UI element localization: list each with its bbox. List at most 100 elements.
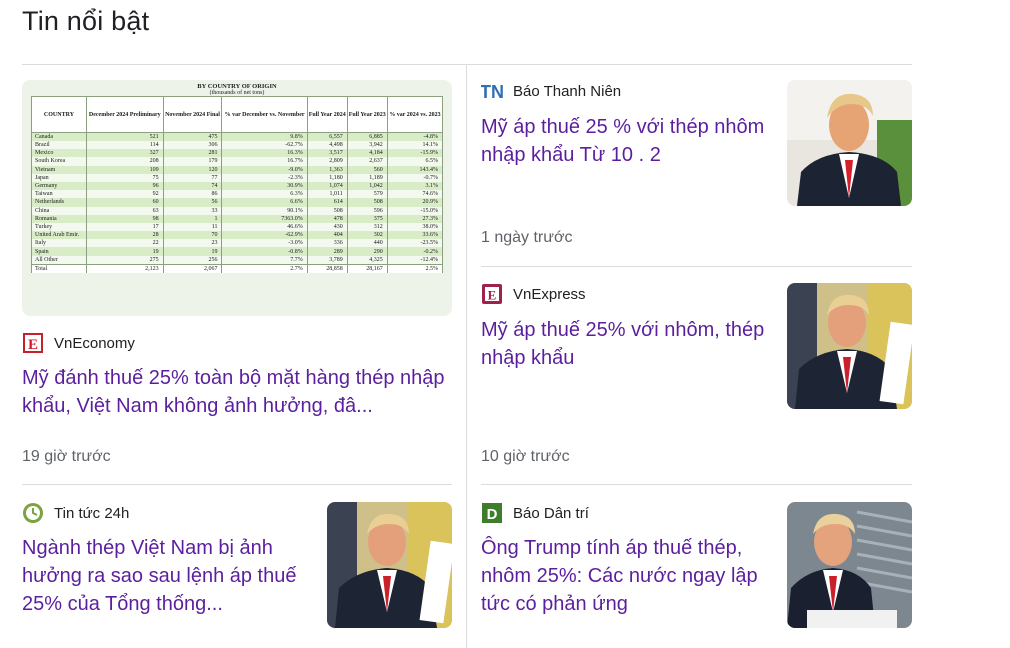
table-cell: 312 bbox=[346, 222, 388, 232]
headline-link[interactable]: Ngành thép Việt Nam bị ảnh hưởng ra sao … bbox=[22, 534, 312, 618]
timestamp: 10 giờ trước bbox=[481, 448, 570, 465]
table-cell: 440 bbox=[346, 239, 388, 248]
source-name: VnEconomy bbox=[54, 334, 135, 352]
table-cell: 9.8% bbox=[221, 132, 308, 141]
table-cell: -62.9% bbox=[221, 231, 308, 240]
table-cell: 109 bbox=[85, 165, 164, 174]
table-cell: 30.9% bbox=[221, 181, 308, 191]
table-cell: Mexico bbox=[31, 149, 87, 158]
svg-text:E: E bbox=[28, 337, 38, 353]
trump-steel-image[interactable] bbox=[787, 502, 912, 628]
table-cell: 6,885 bbox=[346, 132, 388, 141]
table-cell: 1,011 bbox=[306, 190, 348, 199]
table-cell: 2,809 bbox=[306, 157, 348, 166]
source-vneconomy: E VnEconomy bbox=[22, 332, 135, 354]
table-cell: 46.6% bbox=[221, 222, 308, 232]
table-cell: 7.7% bbox=[221, 255, 308, 265]
headline-link[interactable]: Ông Trump tính áp thuế thép, nhôm 25%: C… bbox=[481, 534, 771, 618]
headline-link[interactable]: Mỹ áp thuế 25% với nhôm, thép nhập khẩu bbox=[481, 316, 771, 372]
table-cell: 19 bbox=[85, 247, 164, 256]
table-cell: 3,942 bbox=[346, 141, 388, 150]
table-header-cell: COUNTRY bbox=[31, 96, 87, 133]
table-cell: 74.6% bbox=[386, 190, 444, 199]
vnexpress-logo-icon: E bbox=[481, 283, 503, 305]
trump-signing-image[interactable] bbox=[327, 502, 452, 628]
table-cell: 77 bbox=[162, 173, 223, 182]
table-cell: 404 bbox=[306, 231, 348, 240]
table-cell: 508 bbox=[346, 198, 388, 207]
table-cell: Romania bbox=[31, 214, 87, 223]
table-cell: 521 bbox=[85, 132, 164, 141]
timestamp: 19 giờ trước bbox=[22, 448, 111, 465]
source-name: Báo Dân trí bbox=[513, 504, 589, 522]
headline-link[interactable]: Mỹ đánh thuế 25% toàn bộ mặt hàng thép n… bbox=[22, 364, 452, 420]
table-cell: 63 bbox=[85, 206, 164, 215]
table-cell: All Other bbox=[31, 255, 87, 265]
table-row: Total 2,123 2,067 2.7% 28,858 28,167 2.5% bbox=[31, 263, 444, 273]
source-24h: Tin tức 24h bbox=[22, 502, 129, 524]
svg-text:TN: TN bbox=[481, 82, 503, 102]
table-cell: 86 bbox=[162, 190, 223, 199]
trump-signing-image[interactable] bbox=[787, 283, 912, 409]
table-row: Canada 521 475 9.8% 6,557 6,885 -4.8% bbox=[31, 132, 444, 141]
table-header-cell: Full Year 2024 bbox=[306, 96, 348, 133]
right-row-divider-1 bbox=[481, 266, 912, 267]
table-cell: 11 bbox=[162, 222, 223, 232]
table-cell: -0.8% bbox=[221, 247, 308, 256]
steel-import-table-image[interactable]: BY COUNTRY OF ORIGIN (thousands of net to… bbox=[22, 80, 452, 316]
table-cell: 16.7% bbox=[221, 157, 308, 166]
table-cell: 75 bbox=[85, 173, 164, 182]
table-cell: 2,123 bbox=[85, 263, 164, 273]
table-cell: 56 bbox=[162, 198, 223, 207]
column-divider bbox=[466, 64, 467, 648]
table-row: China 63 33 90.1% 508 596 -15.0% bbox=[31, 206, 444, 215]
24h-logo-icon bbox=[22, 502, 44, 524]
table-row: Brazil 114 306 -62.7% 4,498 3,942 14.1% bbox=[31, 141, 444, 150]
table-cell: 306 bbox=[162, 141, 223, 150]
source-vnexpress: E VnExpress bbox=[481, 283, 586, 305]
table-cell: 596 bbox=[346, 206, 388, 215]
right-row-divider-2 bbox=[481, 484, 912, 485]
trump-portrait-image[interactable] bbox=[787, 80, 912, 206]
headline-link[interactable]: Mỹ áp thuế 25 % với thép nhôm nhập khẩu … bbox=[481, 113, 771, 169]
table-cell: -15.0% bbox=[386, 206, 444, 215]
table-cell: 3.1% bbox=[386, 181, 444, 191]
steel-import-table: COUNTRY December 2024 Preliminary November… bbox=[31, 96, 444, 273]
table-row: Italy 22 23 -3.0% 336 440 -23.5% bbox=[31, 239, 444, 248]
table-cell: Total bbox=[31, 263, 87, 273]
table-cell: 2,067 bbox=[162, 263, 223, 273]
table-cell: -23.5% bbox=[386, 239, 444, 248]
table-cell: 19 bbox=[162, 247, 223, 256]
table-cell: 302 bbox=[346, 231, 388, 240]
table-cell: -2.3% bbox=[221, 173, 308, 182]
table-caption: BY COUNTRY OF ORIGIN (thousands of net to… bbox=[197, 83, 277, 96]
table-cell: 327 bbox=[85, 149, 164, 158]
table-cell: 4,184 bbox=[346, 149, 388, 158]
table-row: All Other 275 256 7.7% 3,789 4,325 -12.4% bbox=[31, 255, 444, 265]
table-cell: China bbox=[31, 206, 87, 215]
table-cell: Spain bbox=[31, 247, 87, 256]
table-cell: 143.4% bbox=[386, 165, 444, 174]
table-cell: 256 bbox=[162, 255, 223, 265]
table-cell: 70 bbox=[162, 231, 223, 240]
table-header-cell: November 2024 Final bbox=[162, 96, 223, 133]
section-title: Tin nổi bật bbox=[22, 6, 150, 36]
table-cell: -9.0% bbox=[221, 165, 308, 174]
table-cell: 1 bbox=[162, 214, 223, 223]
table-row: Taiwan 92 86 6.3% 1,011 579 74.6% bbox=[31, 190, 444, 199]
table-cell: United Arab Emir. bbox=[31, 231, 87, 240]
table-cell: 1,189 bbox=[346, 173, 388, 182]
source-name: Báo Thanh Niên bbox=[513, 82, 622, 100]
table-row: South Korea 208 179 16.7% 2,809 2,637 6.5% bbox=[31, 157, 444, 166]
table-cell: 33.6% bbox=[386, 231, 444, 240]
table-cell: -62.7% bbox=[221, 141, 308, 150]
timestamp: 1 ngày trước bbox=[481, 229, 573, 246]
table-cell: 208 bbox=[85, 157, 164, 166]
table-cell: 560 bbox=[346, 165, 388, 174]
table-cell: 92 bbox=[85, 190, 164, 199]
table-cell: 281 bbox=[162, 149, 223, 158]
table-cell: -0.7% bbox=[386, 173, 444, 182]
table-cell: -12.4% bbox=[386, 255, 444, 265]
table-row: Japan 75 77 -2.3% 1,180 1,189 -0.7% bbox=[31, 173, 444, 182]
table-cell: -3.0% bbox=[221, 239, 308, 248]
